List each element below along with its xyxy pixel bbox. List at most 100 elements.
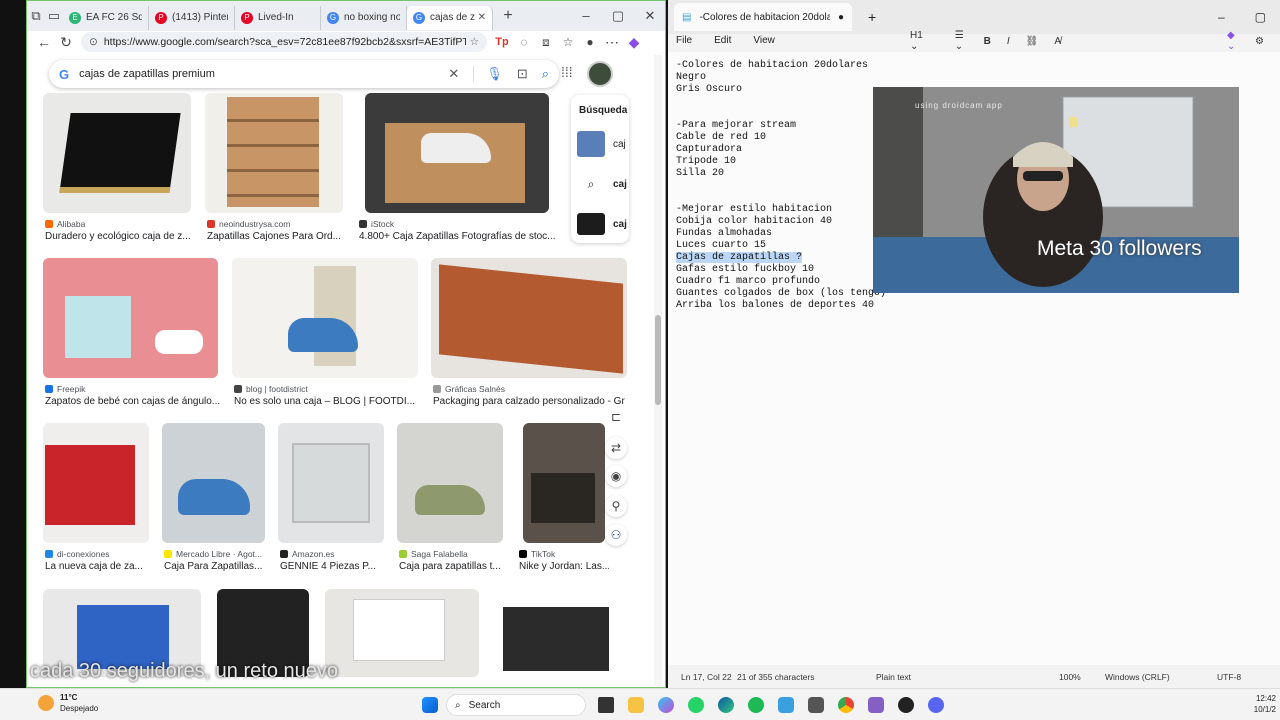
result-caption[interactable]: No es solo una caja – BLOG | FOOTDI... [234,396,420,407]
chrome-icon[interactable] [838,697,854,713]
workspaces-icon[interactable]: ⧉ [27,7,45,25]
notepad-editor[interactable]: -Colores de habitacion 20dolares Negro Gri… [668,52,1280,665]
scrollbar-thumb[interactable] [655,315,661,405]
visual-studio-icon[interactable] [868,697,884,713]
image-result-thumbnail[interactable] [493,589,623,677]
result-source[interactable]: blog | footdistrict [234,384,420,394]
image-result-thumbnail[interactable] [162,423,265,543]
text-mode[interactable]: Plain text [876,672,911,682]
zoom-level[interactable]: 100% [1059,672,1081,682]
weather-widget[interactable]: 11°C Despejado [38,692,98,714]
spotify-icon[interactable] [748,697,764,713]
avatar[interactable] [587,61,613,87]
result-caption[interactable]: Caja Para Zapatillas... [164,561,268,572]
bold-icon[interactable]: B [984,36,991,47]
menu-file[interactable]: File [676,35,692,46]
result-source[interactable]: Alibaba [45,219,191,229]
search-input[interactable]: cajas de zapatillas premium [79,68,434,80]
result-caption[interactable]: La nueva caja de za... [45,561,155,572]
related-search-item[interactable]: ⌕ caj [577,169,627,199]
link-icon[interactable]: ⛓ [1026,36,1039,47]
result-caption[interactable]: Nike y Jordan: Las... [519,561,609,572]
result-source[interactable]: neoindustrysa.com [207,219,347,229]
taskbar-search[interactable]: ⌕ Search [446,694,586,716]
new-tab-icon[interactable]: + [868,9,876,25]
address-bar[interactable]: ⊙ https://www.google.com/search?sca_esv=… [81,32,487,52]
copilot-icon[interactable]: ◆ ⌄ [1227,30,1239,52]
search-icon[interactable]: ⌕ [542,66,549,82]
copilot-icon[interactable] [658,697,674,713]
image-result-thumbnail[interactable] [397,423,503,543]
more-menu-icon[interactable]: ⋯ [601,31,623,53]
menu-view[interactable]: View [753,35,775,46]
google-apps-icon[interactable]: ⁞⁞⁞ [561,65,575,79]
shield-icon[interactable]: ◌ [513,31,535,53]
clock[interactable]: 12:42 10/1/2 [1232,693,1276,715]
site-info-icon[interactable]: ⊙ [89,36,98,48]
menu-edit[interactable]: Edit [714,35,731,46]
read-aloud-icon[interactable]: ◉ [605,465,627,487]
image-result-thumbnail[interactable] [431,258,627,378]
result-caption[interactable]: Zapatos de bebé con cajas de ángulo... [45,396,220,407]
document-text[interactable]: -Colores de habitacion 20dolares Negro Gri… [676,60,886,312]
start-icon[interactable] [422,697,438,713]
app-icon[interactable] [898,697,914,713]
image-result-thumbnail[interactable] [43,93,191,213]
related-search-item[interactable]: caj [577,129,627,159]
browser-tab[interactable]: EEA FC 26 Squ [63,5,149,30]
edge-icon[interactable] [718,697,734,713]
result-caption[interactable]: Caja para zapatillas t... [399,561,505,572]
bookmark-icon[interactable]: ⊏ [605,406,627,428]
notepad-tab[interactable]: ▤ -Colores de habitacion 20dolares ● [674,3,852,31]
notepad-icon[interactable] [778,697,794,713]
result-caption[interactable]: Zapatillas Cajones Para Ord... [207,231,347,242]
browser-tab[interactable]: Gno boxing no [321,5,407,30]
image-result-thumbnail[interactable] [43,258,218,378]
app-icon[interactable] [808,697,824,713]
image-result-thumbnail[interactable] [365,93,549,213]
result-source[interactable]: iStock [359,219,549,229]
settings-icon[interactable]: ⚙ [1255,36,1264,47]
favorites-icon[interactable]: ☆ [557,31,579,53]
result-source[interactable]: Saga Falabella [399,549,505,559]
browser-tab[interactable]: P (1413) Pinter [149,5,235,30]
close-tab-icon[interactable]: ✕ [478,12,486,23]
result-caption[interactable]: Duradero y ecológico caja de z... [45,231,191,242]
image-result-thumbnail[interactable] [205,93,343,213]
result-source[interactable]: Freepik [45,384,220,394]
list-icon[interactable]: ☰ ⌄ [955,30,968,52]
file-explorer-icon[interactable] [628,697,644,713]
lens-icon[interactable]: ⊡ [517,66,528,82]
result-source[interactable]: Gráficas Salnès [433,384,623,394]
line-ending[interactable]: Windows (CRLF) [1105,672,1170,682]
reload-icon[interactable]: ↻ [55,31,77,53]
image-result-thumbnail[interactable] [278,423,384,543]
minimize-icon[interactable]: – [1218,10,1225,24]
translate-icon[interactable]: ⇄ [605,437,627,459]
voice-search-icon[interactable]: 🎙 [473,66,503,82]
extension-icon[interactable]: Tp [491,31,513,53]
result-source[interactable]: di-conexiones [45,549,155,559]
copilot-icon[interactable]: ◆ [623,31,645,53]
google-search-bar[interactable]: G cajas de zapatillas premium ✕ 🎙 ⊡ ⌕ [49,60,559,88]
result-caption[interactable]: GENNIE 4 Piezas P... [280,561,386,572]
italic-icon[interactable]: I [1007,36,1010,47]
share-icon[interactable]: ⚲ [605,495,627,517]
result-source[interactable]: Mercado Libre · Agot... [164,549,268,559]
favorite-star-icon[interactable]: ☆ [470,36,479,48]
image-result-thumbnail[interactable] [232,258,418,378]
whatsapp-icon[interactable] [688,697,704,713]
result-source[interactable]: Amazon.es [280,549,386,559]
image-result-thumbnail[interactable] [523,423,605,543]
task-view-icon[interactable] [598,697,614,713]
heading-dropdown[interactable]: H1 ⌄ [910,30,939,52]
clear-search-icon[interactable]: ✕ [448,66,459,82]
copilot-chat-icon[interactable]: ⚇ [605,524,627,546]
clear-format-icon[interactable]: A̸ [1054,36,1061,47]
new-tab-icon[interactable]: + [499,7,517,25]
unsaved-dot-icon[interactable]: ● [838,12,844,23]
result-caption[interactable]: Packaging para calzado personalizado - G… [433,396,625,407]
discord-icon[interactable] [928,697,944,713]
minimize-icon[interactable]: – [577,7,595,25]
profile-icon[interactable]: ● [579,31,601,53]
